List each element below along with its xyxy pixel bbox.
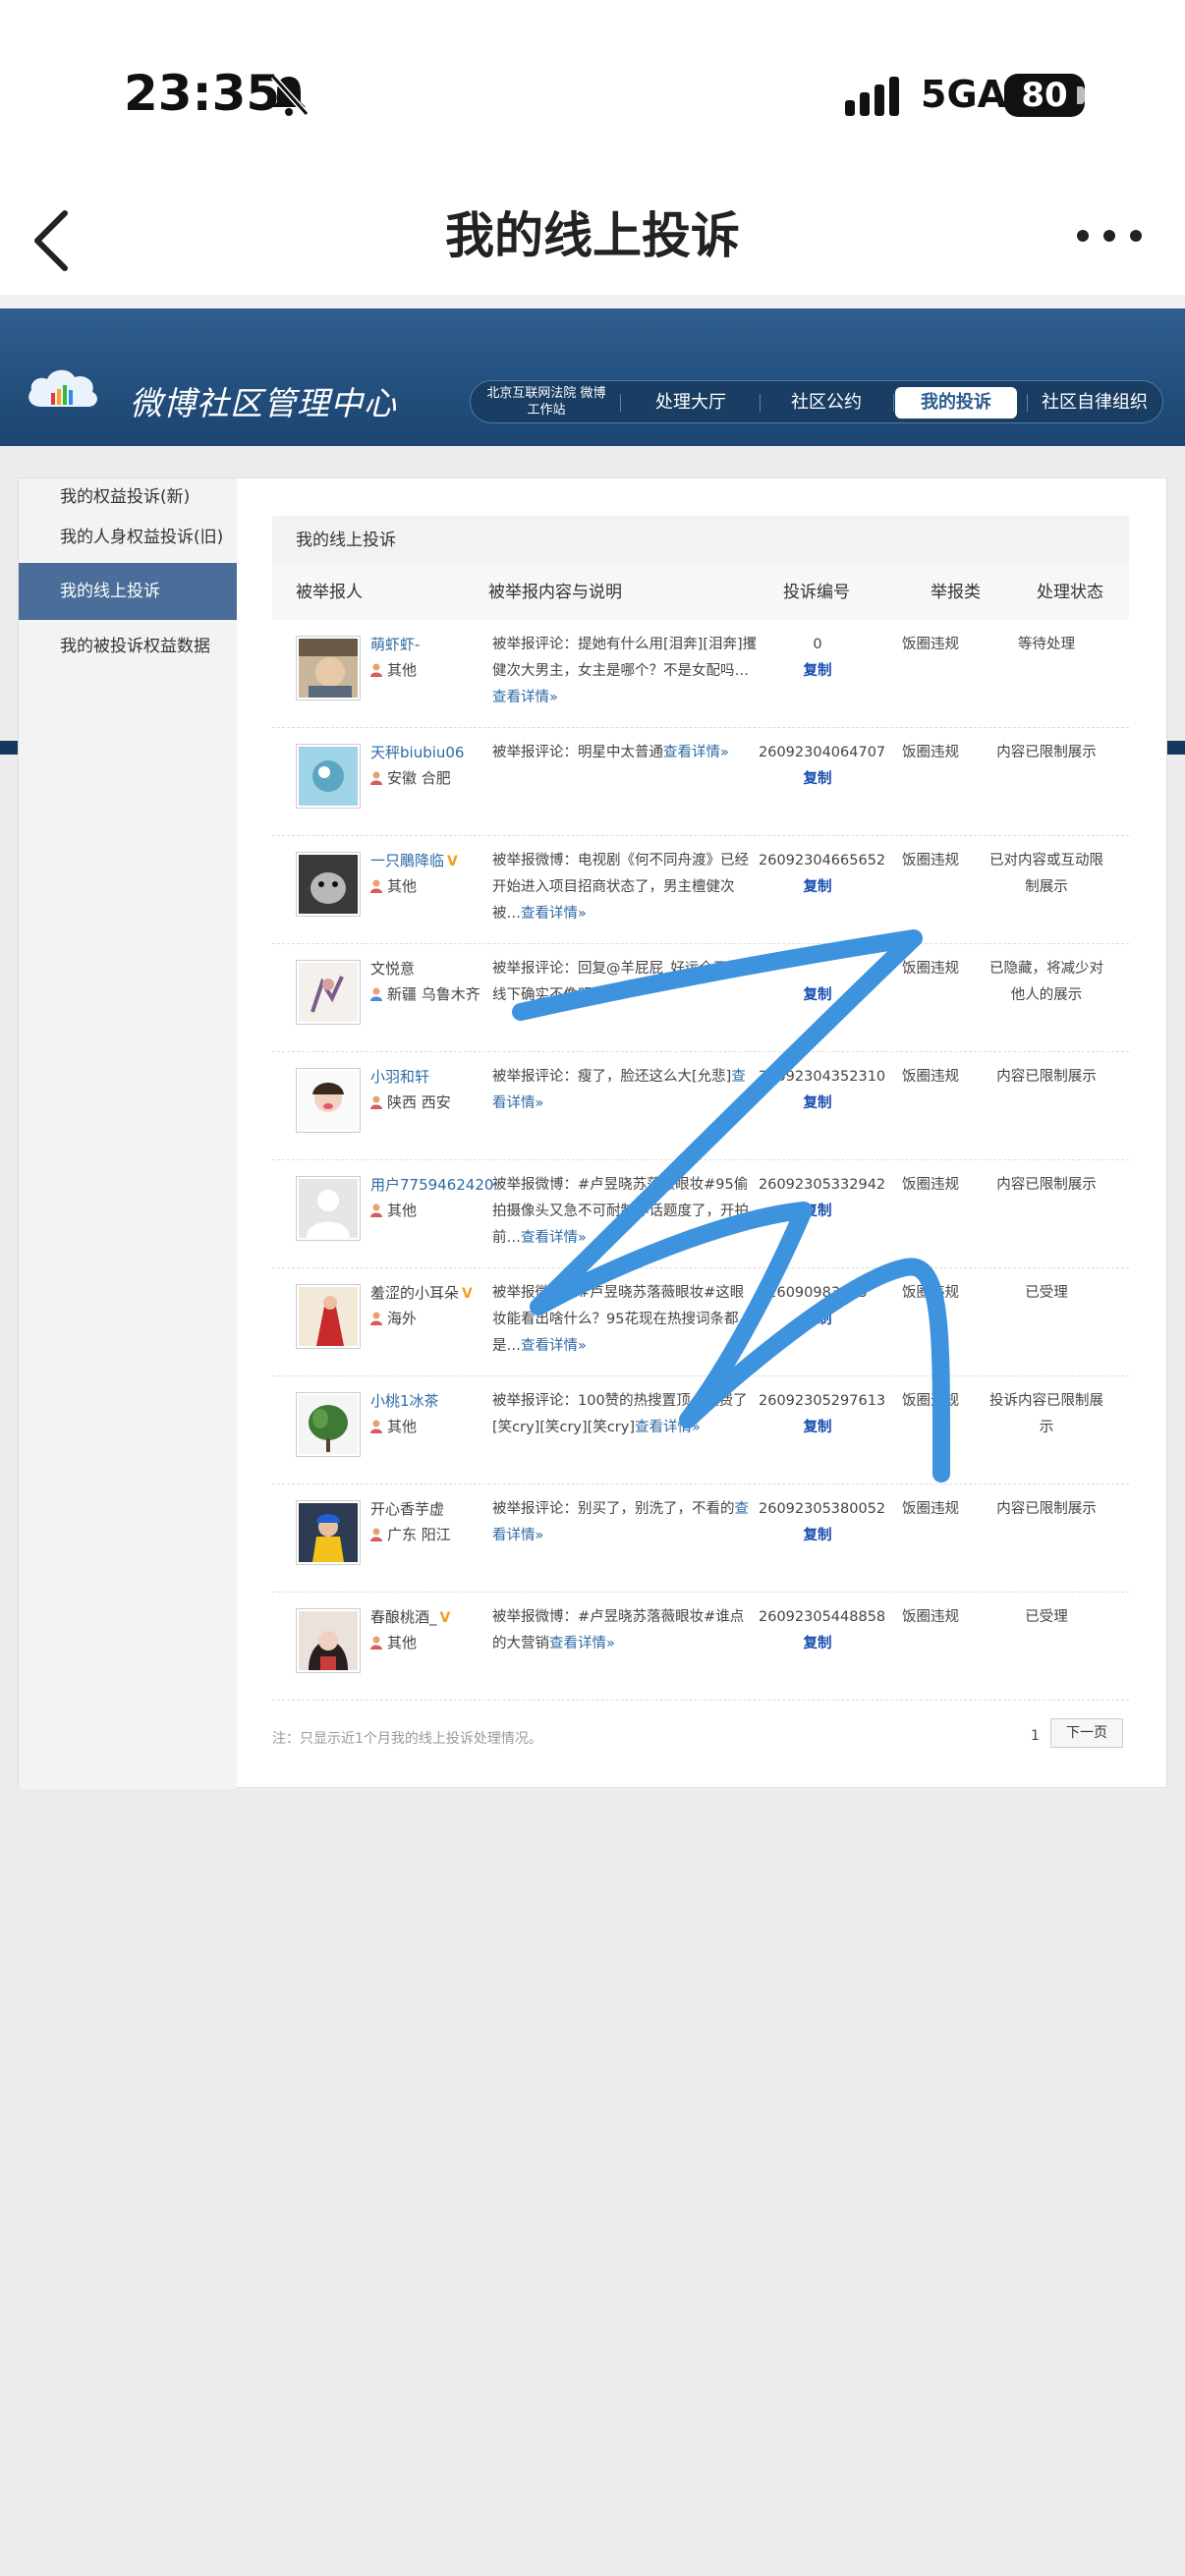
scribble-annotation xyxy=(512,929,951,1483)
